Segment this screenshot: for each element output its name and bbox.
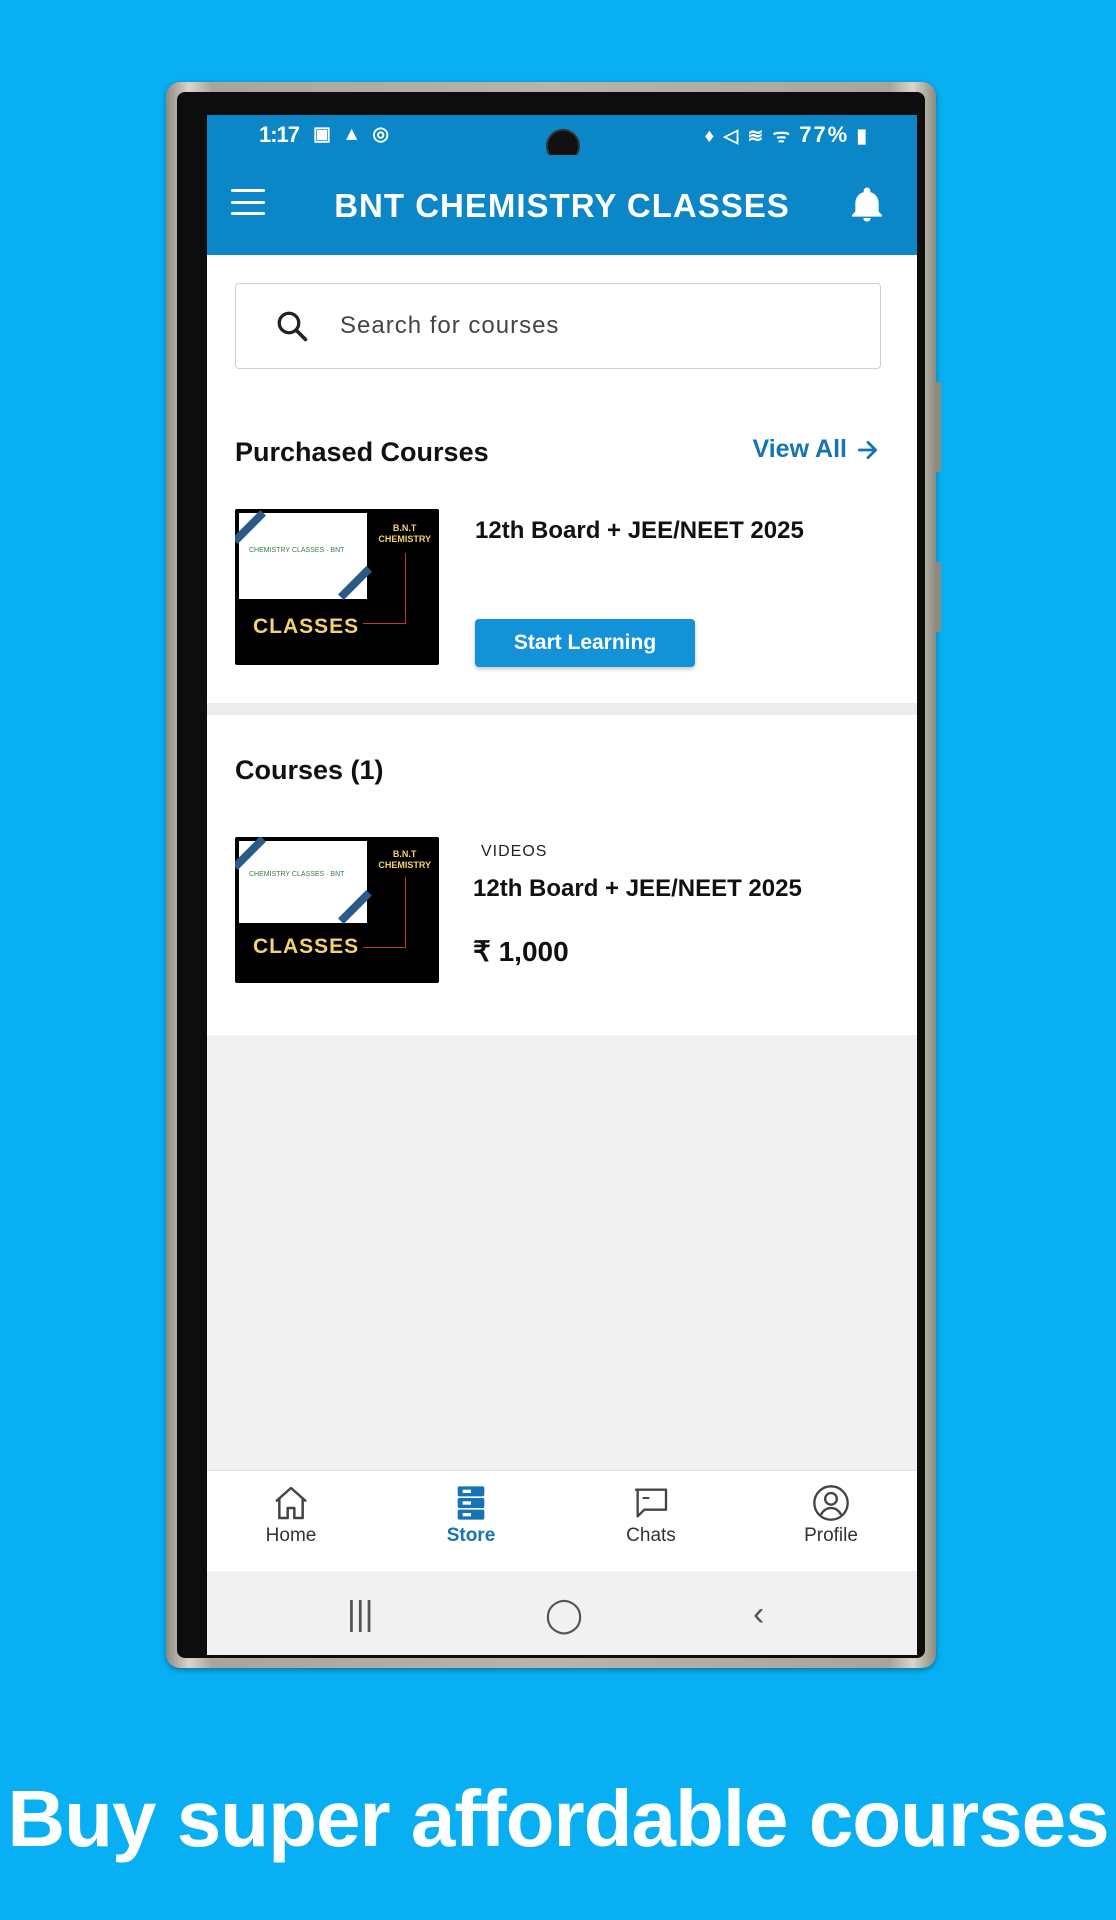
nav-chats[interactable]: Chats: [591, 1483, 711, 1547]
back-button[interactable]: ‹: [753, 1595, 764, 1634]
thumb-classes-text: CLASSES: [253, 615, 360, 638]
network-icons: ♦ ◁ ≋ ᯤ: [704, 126, 792, 147]
nav-store-label: Store: [446, 1525, 496, 1546]
nav-home-label: Home: [265, 1525, 317, 1546]
purchased-section: Purchased Courses View All CHEMISTRY CLA…: [207, 255, 917, 703]
app-bar: BNT CHEMISTRY CLASSES: [207, 155, 917, 255]
phone-bezel: 1:17 ▣ ▲ ◎ ♦ ◁ ≋ ᯤ 77% ▮ BNT CHEMISTRY C…: [177, 92, 925, 1658]
thumb-brand: B.N.T CHEMISTRY: [378, 849, 431, 871]
nav-home[interactable]: Home: [231, 1483, 351, 1547]
home-icon: [275, 1486, 307, 1520]
app-title: BNT CHEMISTRY CLASSES: [334, 187, 790, 224]
home-button[interactable]: ◯: [545, 1595, 583, 1635]
nav-profile-label: Profile: [804, 1525, 858, 1546]
view-all-link[interactable]: View All: [753, 435, 881, 464]
course-thumbnail[interactable]: CHEMISTRY CLASSES · BNT B.N.T CHEMISTRY …: [235, 837, 439, 983]
thumb-brand-line1: B.N.T: [392, 849, 417, 859]
bell-icon[interactable]: [847, 185, 887, 225]
thumb-line: [363, 877, 406, 948]
thumb-subtext: CHEMISTRY CLASSES · BNT: [249, 547, 345, 554]
chat-icon: [634, 1488, 668, 1518]
thumb-brand-line2: CHEMISTRY: [378, 534, 431, 544]
recents-button[interactable]: |||: [347, 1595, 374, 1634]
thumb-brand: B.N.T CHEMISTRY: [378, 523, 431, 545]
purchased-course-thumbnail[interactable]: CHEMISTRY CLASSES · BNT B.N.T CHEMISTRY …: [235, 509, 439, 665]
arrow-right-icon: [857, 440, 877, 459]
screen: 1:17 ▣ ▲ ◎ ♦ ◁ ≋ ᯤ 77% ▮ BNT CHEMISTRY C…: [207, 115, 917, 1655]
course-price: ₹ 1,000: [473, 936, 569, 967]
battery-level: 77%: [799, 122, 850, 147]
thumb-brand-line1: B.N.T: [392, 523, 417, 533]
nav-store[interactable]: Store: [411, 1483, 531, 1547]
purchased-heading: Purchased Courses: [235, 437, 489, 467]
signal-icons: ♦ ◁ ≋ ᯤ 77% ▮: [705, 122, 870, 148]
power-button: [935, 562, 941, 632]
thumb-brand-line2: CHEMISTRY: [378, 860, 431, 870]
notification-icons: ▣ ▲ ◎: [313, 124, 392, 145]
search-icon: [277, 311, 308, 342]
nav-profile[interactable]: Profile: [771, 1483, 891, 1547]
courses-section: Courses (1) CHEMISTRY CLASSES · BNT B.N.…: [207, 715, 917, 1035]
system-nav-bar: ||| ◯ ‹: [207, 1571, 917, 1655]
course-title[interactable]: 12th Board + JEE/NEET 2025: [473, 875, 802, 903]
promo-tagline: Buy super affordable courses: [7, 1774, 1109, 1863]
status-time: 1:17: [259, 122, 300, 147]
battery-icon: ▮: [856, 126, 869, 147]
profile-icon: [813, 1485, 849, 1521]
view-all-label: View All: [752, 435, 847, 463]
volume-button: [935, 382, 941, 472]
thumb-line: [363, 553, 406, 624]
thumb-subtext: CHEMISTRY CLASSES · BNT: [249, 871, 345, 878]
bottom-nav: Home Store Chats Profile: [207, 1470, 917, 1571]
section-divider: [207, 703, 917, 715]
phone-frame: 1:17 ▣ ▲ ◎ ♦ ◁ ≋ ᯤ 77% ▮ BNT CHEMISTRY C…: [166, 82, 941, 1668]
courses-heading: Courses (1): [235, 755, 384, 785]
search-bar[interactable]: [235, 283, 881, 369]
store-icon: [457, 1486, 485, 1520]
main-content: Purchased Courses View All CHEMISTRY CLA…: [207, 255, 917, 1035]
start-learning-button[interactable]: Start Learning: [475, 619, 695, 667]
purchased-course-title[interactable]: 12th Board + JEE/NEET 2025: [475, 517, 804, 545]
nav-chats-label: Chats: [626, 1525, 676, 1546]
search-input[interactable]: [338, 304, 842, 348]
course-type-tag: VIDEOS: [481, 843, 548, 860]
thumb-classes-text: CLASSES: [253, 935, 360, 958]
